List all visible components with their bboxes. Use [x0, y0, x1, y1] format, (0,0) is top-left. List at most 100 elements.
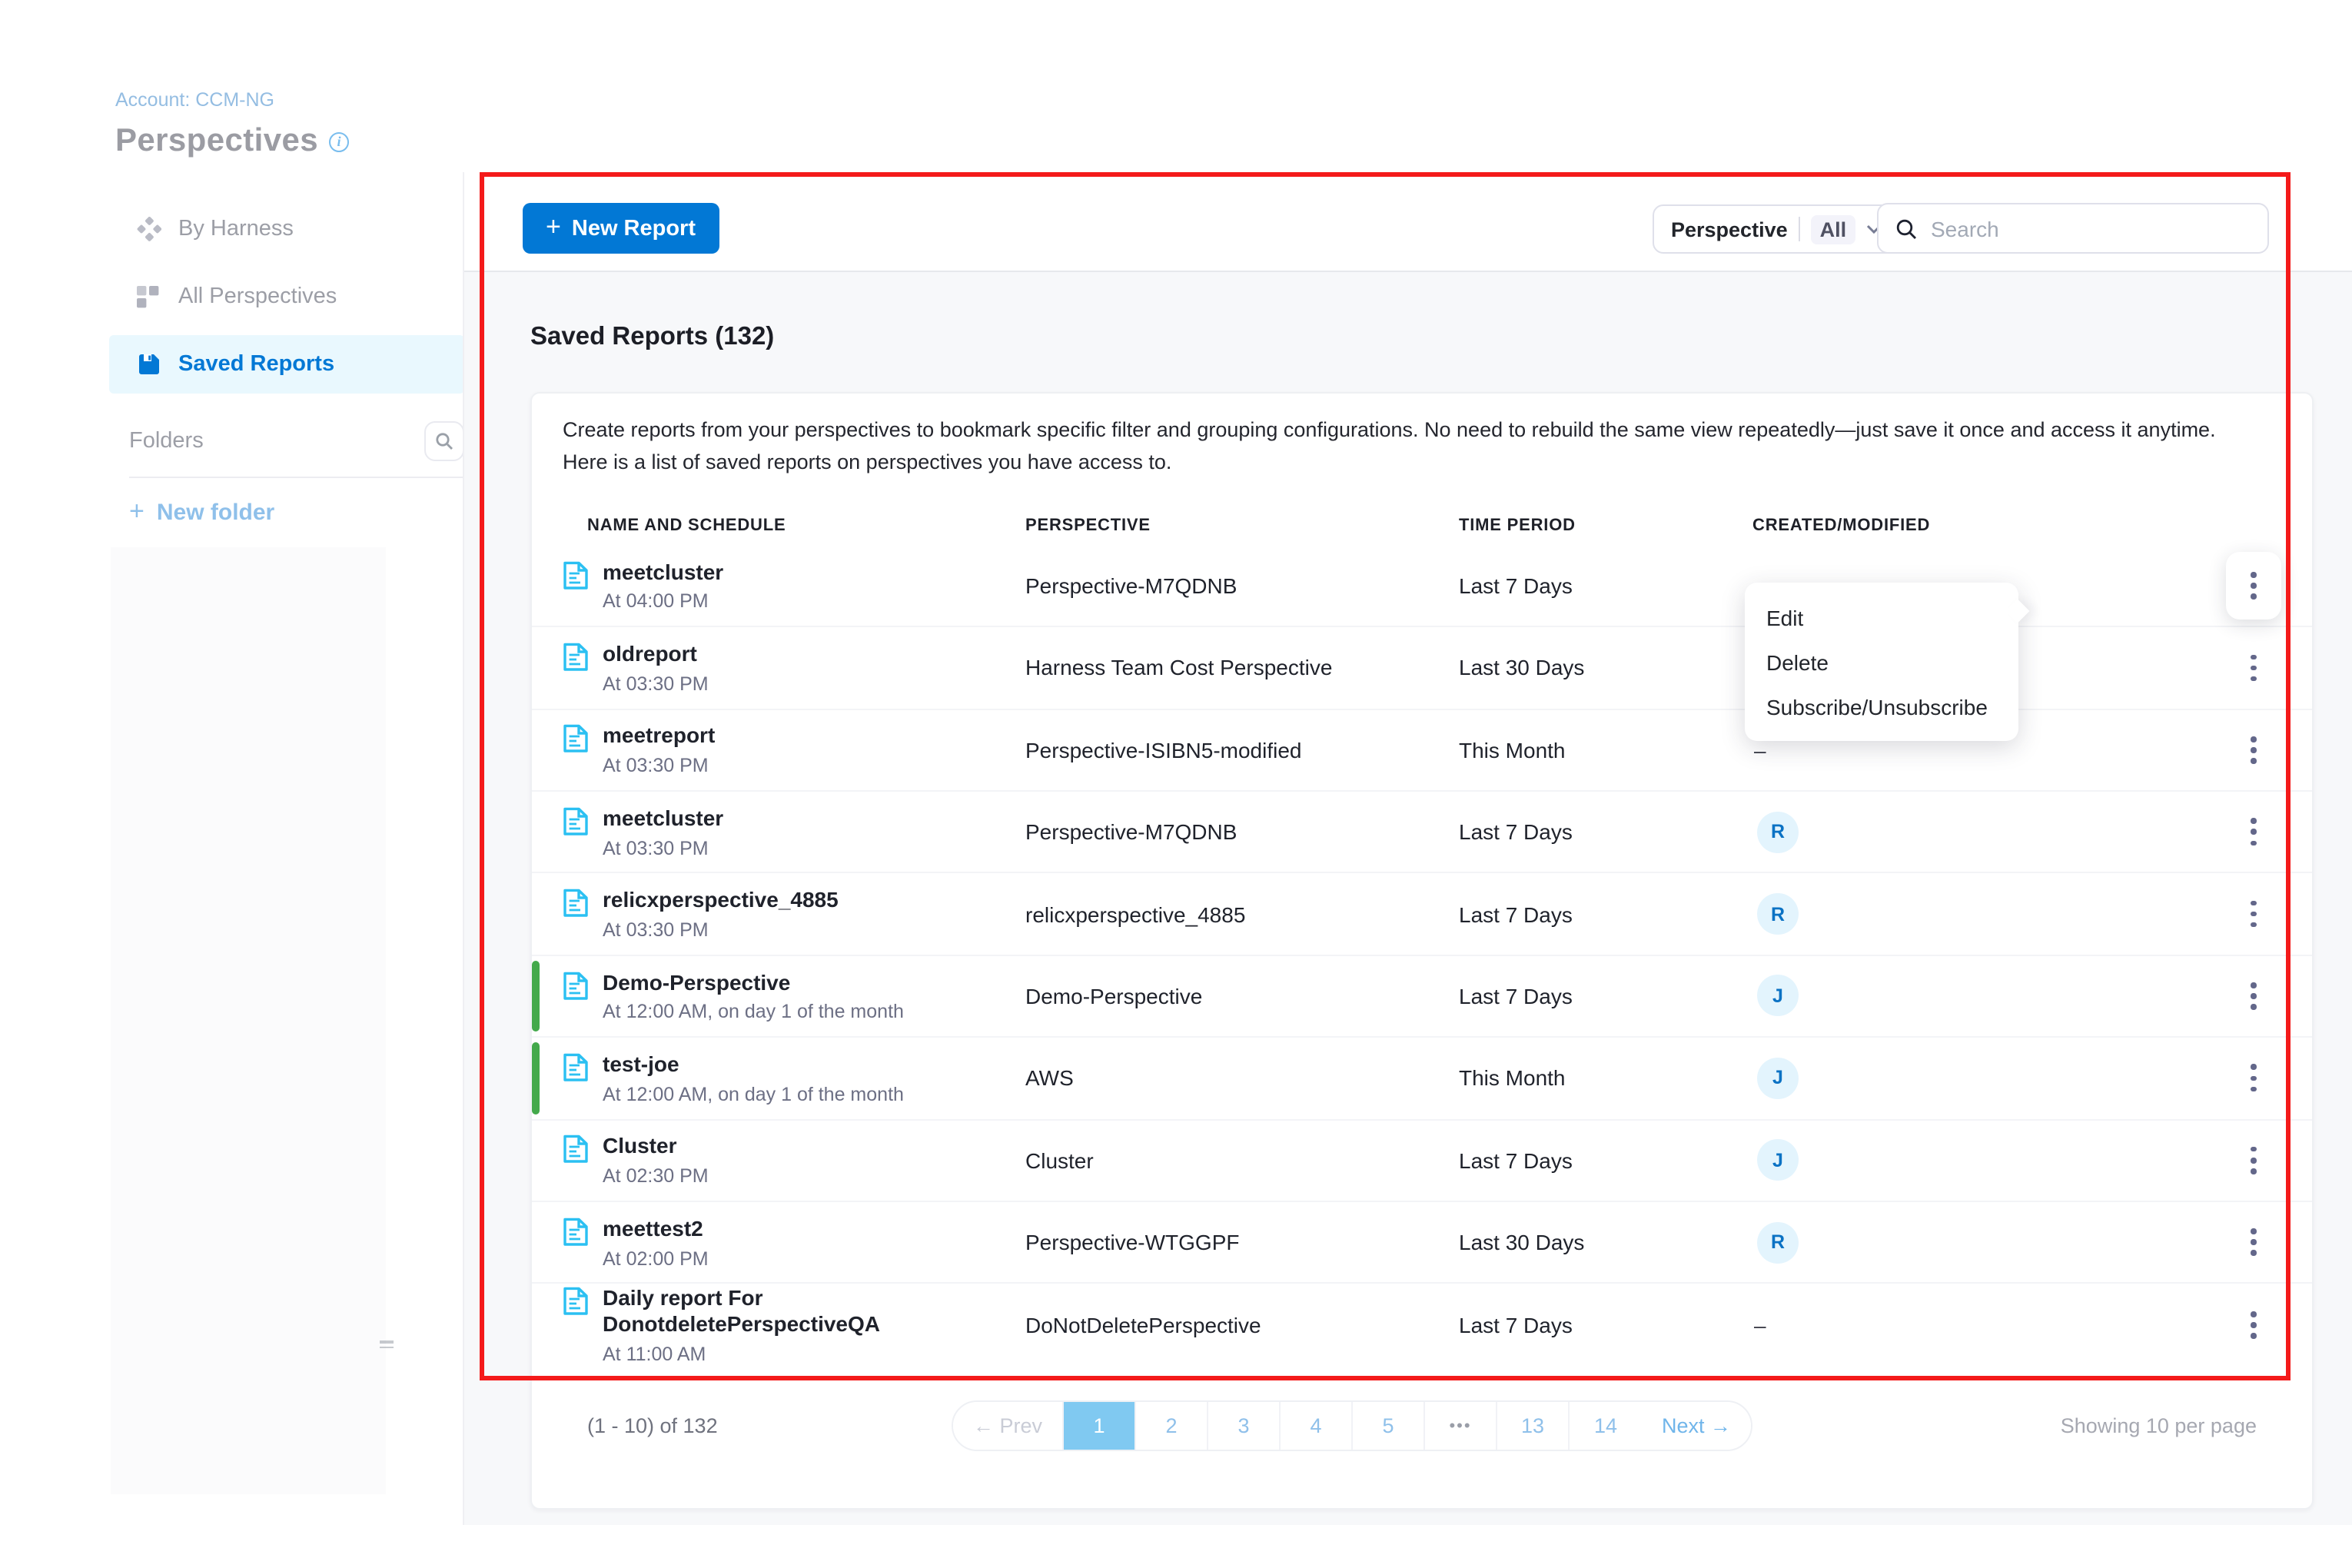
page-button-1[interactable]: 1: [1064, 1402, 1136, 1450]
toolbar: + New Report Perspective All: [464, 172, 2352, 272]
report-name-cell: Daily report For DonotdeletePerspectiveQ…: [563, 1286, 1025, 1365]
report-name-cell: meetcluster At 03:30 PM: [563, 806, 1025, 859]
row-actions: [2063, 563, 2281, 609]
table-row[interactable]: meetcluster At 04:00 PM Perspective-M7QD…: [532, 546, 2312, 628]
kebab-menu-button[interactable]: [2235, 809, 2272, 855]
next-page-button[interactable]: Next →: [1642, 1402, 1751, 1450]
page-button-14[interactable]: 14: [1570, 1402, 1642, 1450]
report-document-icon: [563, 1135, 589, 1164]
page-button-5[interactable]: 5: [1353, 1402, 1425, 1450]
report-name-cell: Demo-Perspective At 12:00 AM, on day 1 o…: [563, 969, 1025, 1023]
table-row[interactable]: meetcluster At 03:30 PM Perspective-M7QD…: [532, 792, 2312, 874]
pagination: (1 - 10) of 132 ← Prev 12345•••1314 Next…: [532, 1400, 2312, 1453]
report-document-icon: [563, 560, 589, 590]
kebab-menu-button[interactable]: [2235, 1055, 2272, 1101]
report-name[interactable]: meettest2: [603, 1216, 709, 1242]
sidebar-item-label: By Harness: [178, 217, 294, 241]
sidebar-item-all-perspectives[interactable]: All Perspectives: [109, 267, 464, 326]
account-breadcrumb[interactable]: Account: CCM-NG: [115, 89, 274, 111]
kebab-menu-button[interactable]: [2235, 1138, 2272, 1184]
report-time-period: Last 7 Days: [1459, 1148, 1752, 1173]
report-name[interactable]: meetcluster: [603, 559, 723, 585]
report-name[interactable]: Cluster: [603, 1134, 709, 1160]
report-name[interactable]: test-joe: [603, 1051, 904, 1078]
report-document-icon: [563, 1287, 589, 1317]
context-menu-item-edit[interactable]: Edit: [1745, 595, 2018, 639]
pagination-range: (1 - 10) of 132: [587, 1414, 718, 1437]
row-context-menu: EditDeleteSubscribe/Unsubscribe: [1745, 583, 2018, 741]
sidebar-item-by-harness[interactable]: By Harness: [109, 200, 464, 258]
report-perspective: Perspective-M7QDNB: [1025, 819, 1459, 844]
page-button-4[interactable]: 4: [1281, 1402, 1353, 1450]
kebab-menu-button[interactable]: [2235, 973, 2272, 1019]
kebab-menu-button[interactable]: [2235, 727, 2272, 773]
kebab-menu-button[interactable]: [2235, 563, 2272, 609]
report-name[interactable]: meetcluster: [603, 806, 723, 832]
new-report-button[interactable]: + New Report: [523, 203, 719, 254]
table-row[interactable]: oldreport At 03:30 PM Harness Team Cost …: [532, 627, 2312, 709]
search-icon: [435, 432, 453, 450]
folders-label: Folders: [129, 429, 204, 453]
report-name[interactable]: meetreport: [603, 723, 715, 749]
table-row[interactable]: Cluster At 02:30 PM Cluster Last 7 Days …: [532, 1120, 2312, 1202]
table-row[interactable]: meettest2 At 02:00 PM Perspective-WTGGPF…: [532, 1202, 2312, 1284]
report-document-icon: [563, 1053, 589, 1082]
report-name[interactable]: relicxperspective_4885: [603, 887, 839, 913]
context-menu-item-subscribe-unsubscribe[interactable]: Subscribe/Unsubscribe: [1745, 684, 2018, 729]
sidebar: By Harness All Perspectives Saved Report…: [109, 200, 464, 527]
report-name[interactable]: Demo-Perspective: [603, 969, 904, 995]
report-name[interactable]: oldreport: [603, 641, 709, 667]
table-row[interactable]: meetreport At 03:30 PM Perspective-ISIBN…: [532, 709, 2312, 792]
report-perspective: Cluster: [1025, 1148, 1459, 1173]
report-created-by: R: [1752, 811, 2063, 852]
sidebar-resize-handle[interactable]: [380, 1340, 394, 1351]
report-name-cell: meetreport At 03:30 PM: [563, 723, 1025, 777]
folder-search-button[interactable]: [424, 421, 464, 461]
report-name-cell: Cluster At 02:30 PM: [563, 1134, 1025, 1188]
report-document-icon: [563, 807, 589, 836]
page-button-3[interactable]: 3: [1208, 1402, 1281, 1450]
context-menu-item-delete[interactable]: Delete: [1745, 639, 2018, 684]
folders-section-header: Folders: [129, 421, 464, 478]
report-name-cell: test-joe At 12:00 AM, on day 1 of the mo…: [563, 1051, 1025, 1105]
sidebar-item-saved-reports[interactable]: Saved Reports: [109, 335, 464, 394]
report-perspective: AWS: [1025, 1066, 1459, 1091]
report-name[interactable]: Daily report For DonotdeletePerspectiveQ…: [603, 1286, 1025, 1337]
report-schedule: At 02:30 PM: [603, 1165, 709, 1187]
page-button-2[interactable]: 2: [1136, 1402, 1208, 1450]
perspective-filter-dropdown[interactable]: Perspective All: [1653, 204, 1897, 254]
search-input[interactable]: [1931, 216, 2251, 241]
report-created-by: –: [1752, 738, 2063, 762]
kebab-menu-button[interactable]: [2235, 1302, 2272, 1348]
kebab-menu-button[interactable]: [2235, 645, 2272, 691]
report-perspective: DoNotDeletePerspective: [1025, 1313, 1459, 1337]
kebab-menu-button[interactable]: [2235, 1219, 2272, 1265]
report-time-period: Last 7 Days: [1459, 819, 1752, 844]
report-schedule: At 12:00 AM, on day 1 of the month: [603, 1084, 904, 1105]
page-ellipsis[interactable]: •••: [1425, 1402, 1497, 1450]
column-header-created: CREATED/MODIFIED: [1752, 517, 2063, 535]
new-folder-button[interactable]: + New folder: [129, 497, 464, 527]
page-title-row: Perspectives i: [115, 123, 349, 160]
report-schedule: At 12:00 AM, on day 1 of the month: [603, 1002, 904, 1023]
report-name-cell: meettest2 At 02:00 PM: [563, 1216, 1025, 1270]
kebab-menu-button[interactable]: [2235, 891, 2272, 937]
save-icon: [135, 351, 161, 377]
plus-icon: +: [129, 497, 145, 527]
page-button-13[interactable]: 13: [1497, 1402, 1570, 1450]
table-row[interactable]: relicxperspective_4885 At 03:30 PM relic…: [532, 874, 2312, 956]
row-actions: [2063, 973, 2281, 1019]
table-row[interactable]: test-joe At 12:00 AM, on day 1 of the mo…: [532, 1038, 2312, 1120]
table-row[interactable]: Demo-Perspective At 12:00 AM, on day 1 o…: [532, 956, 2312, 1038]
report-schedule: At 03:30 PM: [603, 755, 715, 776]
page-title: Perspectives: [115, 123, 318, 160]
divider: [1799, 217, 1800, 241]
info-icon[interactable]: i: [329, 131, 349, 151]
report-document-icon: [563, 725, 589, 754]
table-row[interactable]: Daily report For DonotdeletePerspectiveQ…: [532, 1284, 2312, 1367]
report-time-period: Last 7 Days: [1459, 1313, 1752, 1337]
report-name-cell: oldreport At 03:30 PM: [563, 641, 1025, 695]
prev-page-button[interactable]: ← Prev: [953, 1402, 1064, 1450]
reports-section: Saved Reports (132) Create reports from …: [464, 272, 2352, 1525]
user-avatar: R: [1757, 893, 1799, 935]
